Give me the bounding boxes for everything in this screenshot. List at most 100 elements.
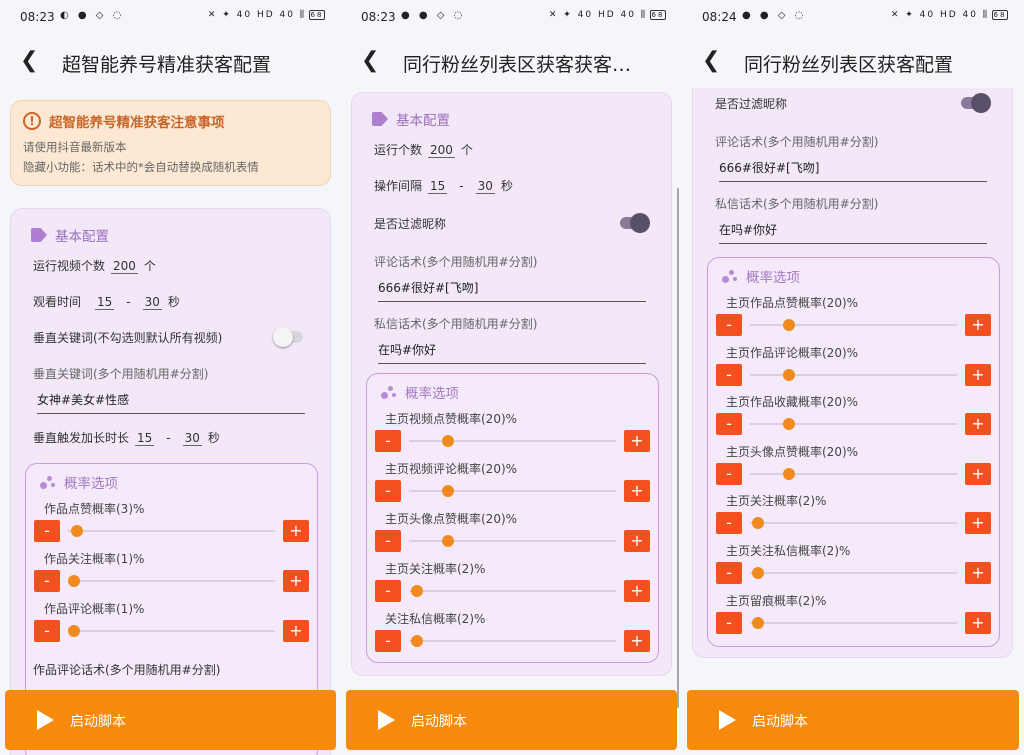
run-count-input[interactable]: 200: [428, 143, 455, 158]
probability-slider[interactable]: [750, 368, 957, 381]
increase-button[interactable]: +: [624, 580, 650, 602]
comment-field[interactable]: 666#很好#[飞吻]: [719, 159, 987, 182]
probability-slider[interactable]: [67, 625, 275, 637]
probability-slider[interactable]: [750, 418, 957, 431]
signal-icons: ✕ ✦ 40 HD 40 ⫼ 68: [890, 10, 1008, 20]
slider-thumb[interactable]: [751, 567, 764, 579]
decrease-button[interactable]: -: [716, 314, 742, 336]
phone-screen-2: 08:23 ● ● ◇ ◌ ✕ ✦ 40 HD 40 ⫼ 68 ❮ 同行粉丝列表区…: [341, 0, 682, 755]
slider-thumb[interactable]: [751, 517, 764, 530]
increase-button[interactable]: +: [283, 520, 309, 542]
increase-button[interactable]: +: [965, 462, 991, 485]
probability-label: 主页作品收藏概率(20)%: [726, 395, 859, 410]
slider-thumb[interactable]: [71, 525, 84, 537]
probability-slider[interactable]: [750, 616, 957, 629]
scrollbar[interactable]: [677, 188, 679, 708]
basic-config-card: 基本配置 运行个数 200 个 操作间隔 15-30 秒 是否过滤昵称 评论话术(多个用…: [351, 92, 672, 676]
increase-button[interactable]: +: [965, 512, 991, 535]
increase-button[interactable]: +: [965, 363, 991, 386]
comment-field-label: 评论话术(多个用随机用#分割): [715, 135, 879, 149]
increase-button[interactable]: +: [624, 630, 650, 652]
run-count-input[interactable]: 200: [111, 259, 138, 274]
slider-thumb[interactable]: [783, 368, 796, 381]
increase-button[interactable]: +: [965, 611, 991, 634]
slider-thumb[interactable]: [783, 467, 796, 480]
probability-slider[interactable]: [68, 525, 275, 537]
decrease-button[interactable]: -: [34, 520, 60, 542]
probability-slider[interactable]: [409, 485, 616, 497]
decrease-button[interactable]: -: [375, 580, 401, 602]
start-script-button[interactable]: 启动脚本: [346, 690, 677, 750]
trigger-min-input[interactable]: 15: [135, 431, 155, 446]
decrease-button[interactable]: -: [375, 530, 401, 552]
config-scroll-area[interactable]: 基本配置 运行个数 200 个 操作间隔 15-30 秒 是否过滤昵称 评论话术(多个用…: [341, 88, 682, 755]
slider-thumb[interactable]: [67, 625, 80, 637]
probability-slider[interactable]: [409, 435, 616, 447]
app-bar: ❮ 超智能养号精准获客配置: [0, 38, 341, 86]
slider-thumb[interactable]: [783, 418, 796, 431]
start-script-button[interactable]: 启动脚本: [687, 690, 1019, 750]
start-script-button[interactable]: 启动脚本: [5, 690, 336, 750]
probability-slider[interactable]: [750, 567, 957, 579]
comment-field[interactable]: 666#很好#[飞吻]: [378, 279, 646, 302]
increase-button[interactable]: +: [965, 562, 991, 584]
back-arrow-icon[interactable]: ❮: [361, 48, 379, 73]
config-scroll-area[interactable]: ! 超智能养号精准获客注意事项 请使用抖音最新版本 隐藏小功能：话术中的*会自动替…: [0, 88, 341, 755]
dm-field[interactable]: 在吗#你好: [378, 341, 646, 364]
decrease-button[interactable]: -: [34, 620, 60, 642]
increase-button[interactable]: +: [624, 480, 650, 502]
decrease-button[interactable]: -: [716, 611, 742, 634]
start-script-label: 启动脚本: [752, 714, 808, 730]
vertical-keyword-toggle[interactable]: [273, 327, 303, 347]
dm-field[interactable]: 在吗#你好: [719, 221, 987, 244]
probability-slider[interactable]: [750, 319, 957, 331]
decrease-button[interactable]: -: [716, 413, 742, 436]
increase-button[interactable]: +: [965, 413, 991, 436]
slider-thumb[interactable]: [67, 575, 80, 587]
watch-min-input[interactable]: 15: [95, 295, 115, 310]
interval-min-input[interactable]: 15: [428, 179, 448, 194]
increase-button[interactable]: +: [965, 314, 991, 336]
filter-nickname-toggle[interactable]: [620, 213, 650, 233]
probability-slider[interactable]: [67, 575, 275, 587]
slider-thumb[interactable]: [442, 485, 455, 497]
probability-label: 主页视频点赞概率(20)%: [385, 412, 518, 426]
slider-thumb[interactable]: [410, 635, 423, 647]
back-arrow-icon[interactable]: ❮: [702, 48, 720, 73]
app-bar: ❮ 同行粉丝列表区获客配置: [682, 38, 1024, 86]
probability-slider[interactable]: [409, 535, 616, 547]
keyword-field[interactable]: 女神#美女#性感: [37, 391, 305, 414]
filter-nickname-toggle[interactable]: [961, 93, 991, 113]
slider-thumb[interactable]: [442, 435, 455, 447]
probability-slider[interactable]: [409, 585, 616, 597]
trigger-max-input[interactable]: 30: [182, 431, 202, 446]
notice-line: 隐藏小功能：话术中的*会自动替换成随机表情: [23, 160, 259, 174]
interval-max-input[interactable]: 30: [475, 179, 495, 194]
probability-slider[interactable]: [750, 517, 957, 530]
slider-thumb[interactable]: [442, 535, 455, 547]
probability-label: 主页头像点赞概率(20)%: [385, 512, 518, 526]
decrease-button[interactable]: -: [375, 480, 401, 502]
increase-button[interactable]: +: [283, 570, 309, 592]
slider-thumb[interactable]: [751, 616, 764, 629]
increase-button[interactable]: +: [624, 430, 650, 452]
config-scroll-area[interactable]: 是否过滤昵称 评论话术(多个用随机用#分割) 666#很好#[飞吻] 私信话术(…: [682, 88, 1024, 755]
decrease-button[interactable]: -: [716, 562, 742, 584]
notification-icons: ● ● ◇ ◌: [401, 10, 466, 21]
increase-button[interactable]: +: [624, 530, 650, 552]
back-arrow-icon[interactable]: ❮: [20, 48, 38, 73]
decrease-button[interactable]: -: [375, 630, 401, 652]
decrease-button[interactable]: -: [716, 512, 742, 535]
bubbles-icon: [722, 268, 738, 284]
probability-slider[interactable]: [409, 635, 616, 647]
decrease-button[interactable]: -: [716, 462, 742, 485]
decrease-button[interactable]: -: [716, 363, 742, 386]
probability-slider[interactable]: [750, 467, 957, 480]
decrease-button[interactable]: -: [34, 570, 60, 592]
play-icon: [378, 710, 395, 730]
increase-button[interactable]: +: [283, 620, 309, 642]
slider-thumb[interactable]: [783, 319, 796, 331]
watch-max-input[interactable]: 30: [142, 295, 162, 310]
decrease-button[interactable]: -: [375, 430, 401, 452]
slider-thumb[interactable]: [410, 585, 423, 597]
